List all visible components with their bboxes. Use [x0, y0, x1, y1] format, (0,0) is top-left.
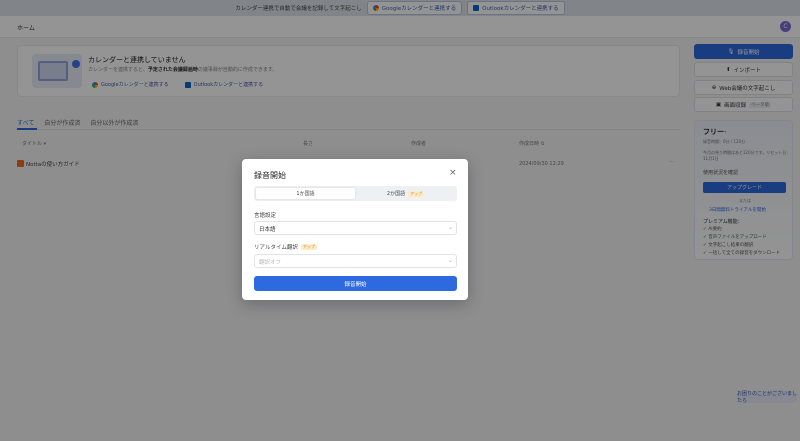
realtime-translation-label: リアルタイム翻訳 アップ — [254, 244, 317, 251]
close-icon[interactable]: × — [449, 169, 457, 178]
upgrade-badge: アップ — [300, 244, 317, 250]
language-mode-toggle: 1か国語 2か国語 アップ — [254, 186, 457, 201]
dialog-title: 録音開始 — [254, 171, 286, 180]
upgrade-badge: アップ — [408, 190, 425, 197]
realtime-translation-select[interactable]: 翻訳オフ ⌄ — [254, 254, 457, 268]
mode-bilingual[interactable]: 2か国語 アップ — [356, 188, 455, 199]
mode-single-language[interactable]: 1か国語 — [256, 188, 355, 199]
start-recording-button[interactable]: 録音開始 — [254, 276, 457, 291]
translation-select-value: 翻訳オフ — [259, 260, 282, 266]
chevron-down-icon: ⌄ — [448, 257, 454, 264]
chevron-down-icon: ⌄ — [448, 224, 454, 231]
language-select[interactable]: 日本語 ⌄ — [254, 221, 457, 235]
language-select-value: 日本語 — [259, 227, 276, 233]
language-label: 言語設定 — [254, 213, 277, 219]
record-start-dialog: 録音開始 × 1か国語 2か国語 アップ 言語設定 日本語 ⌄ リアルタイム翻訳… — [242, 159, 468, 300]
